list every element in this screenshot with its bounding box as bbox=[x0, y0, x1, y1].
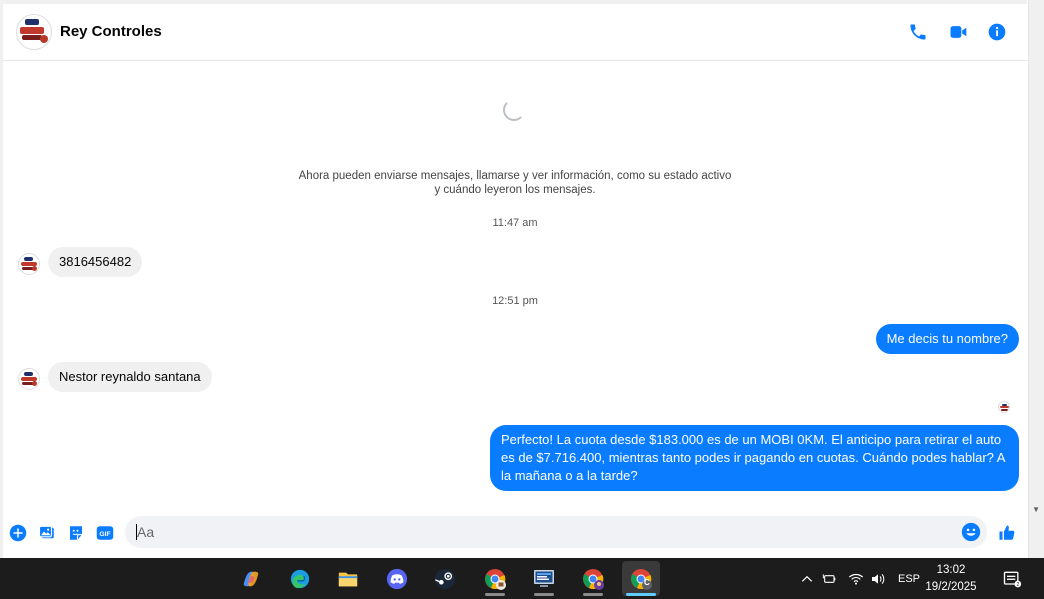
discord-icon[interactable] bbox=[378, 561, 416, 596]
volume-icon[interactable] bbox=[870, 558, 886, 599]
info-icon[interactable] bbox=[985, 20, 1009, 44]
message-input-wrap bbox=[125, 516, 987, 548]
message-incoming[interactable]: 3816456482 bbox=[48, 247, 143, 277]
chat-header: Rey Controles bbox=[3, 4, 1027, 61]
plus-icon[interactable] bbox=[7, 522, 29, 544]
message-composer: GIF bbox=[3, 510, 1027, 554]
gif-icon[interactable]: GIF bbox=[94, 522, 116, 544]
timestamp: 11:47 am bbox=[492, 217, 538, 229]
svg-text:2: 2 bbox=[1016, 582, 1019, 588]
chrome-profile-active-icon[interactable]: C bbox=[622, 561, 660, 596]
wifi-icon[interactable] bbox=[848, 558, 864, 599]
message-outgoing[interactable]: Perfecto! La cuota desde $183.000 es de … bbox=[490, 425, 1019, 491]
scroll-down-icon[interactable]: ▼ bbox=[1032, 505, 1040, 514]
sender-avatar[interactable] bbox=[18, 368, 40, 390]
emoji-icon[interactable] bbox=[961, 522, 981, 542]
message-incoming[interactable]: Nestor reynaldo santana bbox=[48, 362, 212, 392]
video-call-icon[interactable] bbox=[946, 20, 970, 44]
chrome-profile-badge: C bbox=[644, 578, 650, 587]
thumbs-up-icon[interactable] bbox=[996, 522, 1018, 544]
copilot-icon[interactable] bbox=[232, 561, 270, 596]
photo-icon[interactable] bbox=[36, 522, 58, 544]
remote-desktop-icon[interactable] bbox=[525, 561, 563, 596]
contact-avatar[interactable] bbox=[16, 14, 52, 50]
loading-spinner-icon bbox=[503, 99, 525, 121]
sender-avatar[interactable] bbox=[18, 253, 40, 275]
phone-icon[interactable] bbox=[906, 20, 930, 44]
message-input[interactable] bbox=[137, 516, 937, 548]
sticker-icon[interactable] bbox=[65, 522, 87, 544]
seen-indicator-avatar bbox=[998, 401, 1010, 413]
battery-icon[interactable] bbox=[822, 558, 838, 599]
clock-date: 19/2/2025 bbox=[925, 581, 977, 593]
clock-time: 13:02 bbox=[936, 564, 966, 576]
contact-name[interactable]: Rey Controles bbox=[60, 23, 162, 40]
chat-window: Rey Controles Ahora pueden enviarse mens… bbox=[3, 0, 1027, 558]
encryption-notice: Ahora pueden enviarse mensajes, llamarse… bbox=[298, 170, 732, 196]
system-clock[interactable]: 13:02 19/2/2025 bbox=[916, 562, 986, 596]
windows-taskbar: C ESP 13:02 19/2/2025 2 bbox=[0, 558, 1044, 599]
chrome-profile-icon[interactable] bbox=[476, 561, 514, 596]
file-explorer-icon[interactable] bbox=[329, 561, 367, 596]
timestamp: 12:51 pm bbox=[492, 295, 538, 307]
tray-chevron-icon[interactable] bbox=[800, 558, 814, 599]
chrome-profile-2-icon[interactable] bbox=[574, 561, 612, 596]
message-outgoing[interactable]: Me decis tu nombre? bbox=[875, 324, 1019, 354]
edge-browser-icon[interactable] bbox=[281, 561, 319, 596]
svg-text:GIF: GIF bbox=[99, 531, 110, 538]
steam-icon[interactable] bbox=[426, 561, 464, 596]
notification-center-icon[interactable]: 2 bbox=[1002, 569, 1022, 589]
scrollbar[interactable]: ▼ bbox=[1028, 0, 1044, 558]
